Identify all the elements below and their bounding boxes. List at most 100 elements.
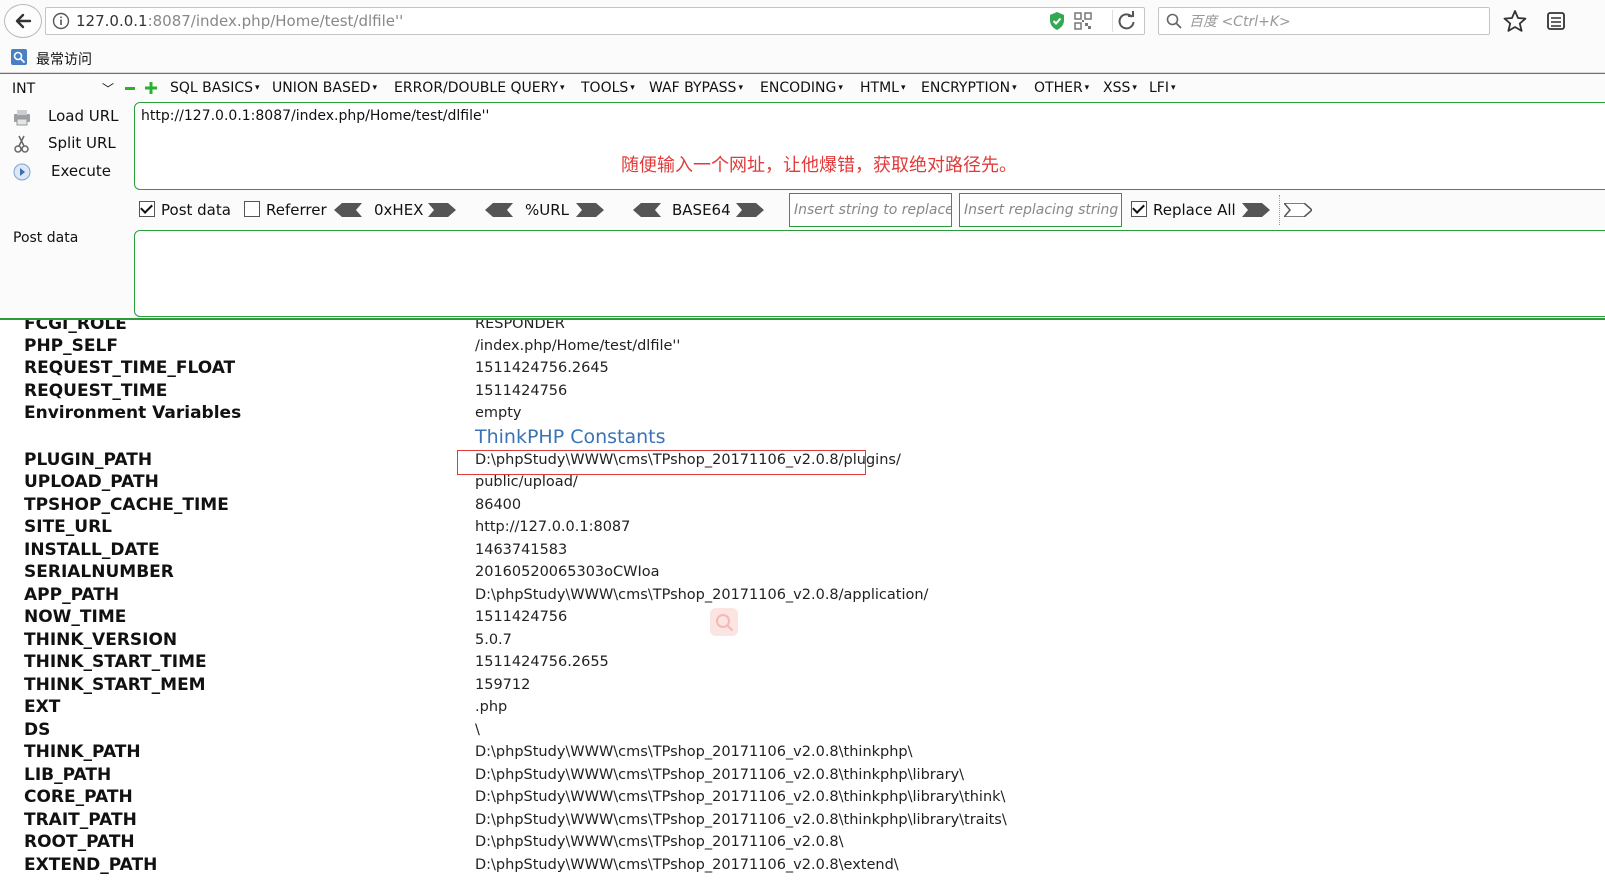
row-key: SITE_URL: [24, 517, 113, 537]
load-url-button[interactable]: Load URL: [8, 105, 126, 129]
row-key: SERIALNUMBER: [24, 562, 174, 582]
menu-error-double-query[interactable]: ERROR/DOUBLE QUERY: [394, 80, 565, 96]
base64-decode-arrow-icon[interactable]: [633, 203, 661, 217]
menu-xss[interactable]: XSS: [1103, 80, 1137, 96]
path-highlight-box: [457, 450, 866, 475]
library-button[interactable]: [1540, 7, 1570, 35]
row-key: Environment Variables: [24, 403, 242, 423]
table-row: ROOT_PATH D:\phpStudy\WWW\cms\TPshop_201…: [0, 832, 1605, 854]
table-row: REQUEST_TIME_FLOAT 1511424756.2645: [0, 358, 1605, 380]
replace-string-input[interactable]: Insert string to replace: [789, 193, 952, 227]
reload-button[interactable]: [1112, 10, 1141, 32]
url-decode-arrow-icon[interactable]: [485, 203, 513, 217]
row-key: TPSHOP_CACHE_TIME: [24, 495, 229, 515]
most-visited-link[interactable]: 最常访问: [36, 49, 92, 69]
info-icon[interactable]: [52, 12, 70, 30]
row-key: LIB_PATH: [24, 765, 112, 785]
table-row: THINK_PATH D:\phpStudy\WWW\cms\TPshop_20…: [0, 742, 1605, 764]
row-key: THINK_VERSION: [24, 630, 178, 650]
table-row: TPSHOP_CACHE_TIME 86400: [0, 495, 1605, 517]
plus-icon[interactable]: [145, 82, 157, 94]
address-text[interactable]: 127.0.0.1:8087/index.php/Home/test/dlfil…: [76, 10, 403, 32]
replace-arrow-icon[interactable]: [1242, 203, 1270, 217]
row-key: TRAIT_PATH: [24, 810, 137, 830]
row-value: http://127.0.0.1:8087: [475, 519, 631, 535]
replace-all-label: Replace All: [1153, 201, 1236, 219]
menu-union-based[interactable]: UNION BASED: [272, 80, 377, 96]
row-value: D:\phpStudy\WWW\cms\TPshop_20171106_v2.0…: [475, 812, 1007, 828]
menu-lfi[interactable]: LFI: [1149, 80, 1176, 96]
base64-encode-arrow-icon[interactable]: [736, 203, 764, 217]
menu-encryption[interactable]: ENCRYPTION: [921, 80, 1017, 96]
hackbar-panel: INT ﹀ SQL BASICS UNION BASED ERROR/DOUBL…: [0, 73, 1605, 320]
split-url-button[interactable]: Split URL: [8, 132, 126, 156]
menu-sql-basics[interactable]: SQL BASICS: [170, 80, 260, 96]
search-icon: [716, 614, 734, 632]
row-key: EXT: [24, 697, 61, 717]
row-key: APP_PATH: [24, 585, 120, 605]
address-bar[interactable]: 127.0.0.1:8087/index.php/Home/test/dlfil…: [45, 7, 1145, 35]
table-row: UPLOAD_PATH public/upload/: [0, 472, 1605, 494]
referrer-checkbox[interactable]: Referrer: [244, 201, 327, 221]
table-row: Environment Variables empty: [0, 403, 1605, 425]
bookmarks-toolbar: 最常访问: [0, 44, 1605, 73]
menu-html[interactable]: HTML: [860, 80, 906, 96]
arrow-left-icon: [15, 13, 32, 29]
table-row: PHP_SELF /index.php/Home/test/dlfile'': [0, 336, 1605, 358]
execute-button[interactable]: Execute: [8, 160, 126, 184]
magnifier-watermark-icon: [710, 608, 738, 636]
menu-other[interactable]: OTHER: [1034, 80, 1089, 96]
row-key: THINK_START_TIME: [24, 652, 207, 672]
shield-icon[interactable]: [1048, 11, 1066, 31]
menu-encoding[interactable]: ENCODING: [760, 80, 843, 96]
table-row: FCGI_ROLE RESPONDER: [0, 320, 1605, 336]
qr-code-icon[interactable]: [1074, 12, 1092, 30]
replacing-string-input[interactable]: Insert replacing string: [959, 193, 1122, 227]
menu-tools[interactable]: TOOLS: [581, 80, 635, 96]
row-value: RESPONDER: [475, 320, 565, 332]
row-value: 5.0.7: [475, 632, 512, 648]
replace-all-checkbox[interactable]: Replace All: [1131, 201, 1236, 221]
checkbox-unchecked-icon: [244, 201, 260, 217]
url-textarea[interactable]: http://127.0.0.1:8087/index.php/Home/tes…: [134, 102, 1605, 190]
row-value: empty: [475, 405, 522, 421]
replace-next-arrow-icon[interactable]: [1284, 203, 1312, 217]
minus-icon[interactable]: [125, 87, 135, 90]
row-key: THINK_START_MEM: [24, 675, 206, 695]
url-textarea-value: http://127.0.0.1:8087/index.php/Home/tes…: [141, 108, 490, 124]
annotation-note: 随便输入一个网址，让他爆错，获取绝对路径先。: [621, 155, 1017, 176]
row-value: 1511424756: [475, 609, 568, 625]
bookmark-folder-icon: [11, 49, 27, 65]
checkbox-checked-icon: [139, 201, 155, 217]
hex-encode-arrow-icon[interactable]: [428, 203, 456, 217]
table-row: DS \: [0, 720, 1605, 742]
menu-waf-bypass[interactable]: WAF BYPASS: [649, 80, 743, 96]
table-row: TRAIT_PATH D:\phpStudy\WWW\cms\TPshop_20…: [0, 810, 1605, 832]
post-data-textarea[interactable]: [134, 230, 1605, 317]
row-value: 1463741583: [475, 542, 568, 558]
url-encode-arrow-icon[interactable]: [576, 203, 604, 217]
row-value: 1511424756: [475, 383, 568, 399]
row-key: UPLOAD_PATH: [24, 472, 159, 492]
type-select[interactable]: INT ﹀: [8, 78, 116, 100]
post-data-checkbox[interactable]: Post data: [139, 201, 231, 221]
row-value: 159712: [475, 677, 531, 693]
row-key: FCGI_ROLE: [24, 320, 127, 334]
back-button[interactable]: [4, 4, 42, 38]
table-row: THINK_START_TIME 1511424756.2655: [0, 652, 1605, 674]
post-data-label: Post data: [13, 230, 79, 246]
row-value: D:\phpStudy\WWW\cms\TPshop_20171106_v2.0…: [475, 857, 899, 873]
row-value: .php: [475, 699, 508, 715]
search-placeholder: 百度 <Ctrl+K>: [1189, 14, 1291, 30]
row-key: PHP_SELF: [24, 336, 118, 356]
row-value: D:\phpStudy\WWW\cms\TPshop_20171106_v2.0…: [475, 767, 965, 783]
search-bar[interactable]: 百度 <Ctrl+K>: [1158, 7, 1490, 35]
toolbar-divider: [1279, 195, 1281, 225]
hex-decode-arrow-icon[interactable]: [334, 203, 362, 217]
bookmark-star-button[interactable]: [1500, 7, 1530, 35]
table-row: INSTALL_DATE 1463741583: [0, 540, 1605, 562]
table-row: REQUEST_TIME 1511424756: [0, 381, 1605, 403]
execute-label: Execute: [51, 162, 111, 180]
table-row: SITE_URL http://127.0.0.1:8087: [0, 517, 1605, 539]
checkbox-checked-icon: [1131, 201, 1147, 217]
